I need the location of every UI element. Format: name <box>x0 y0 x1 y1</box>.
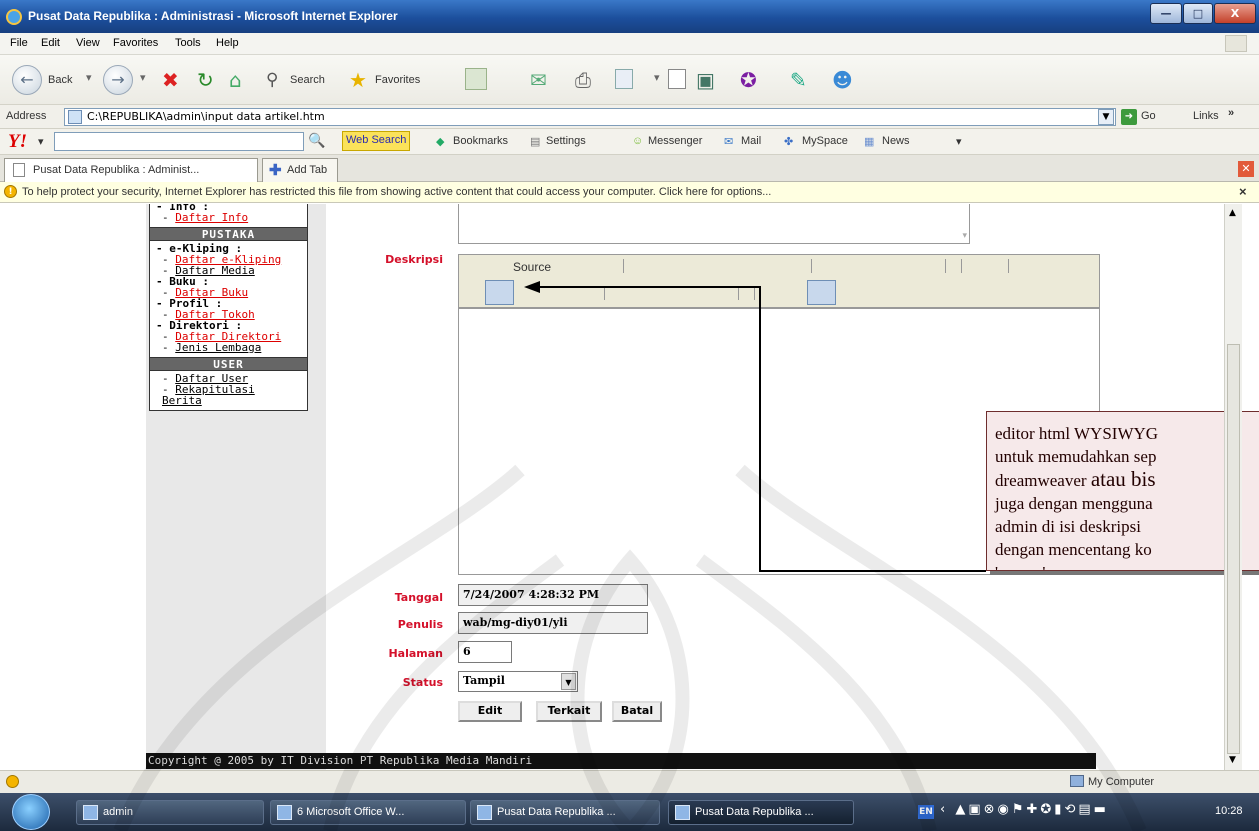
callout-line: editor html WYSIWYG <box>995 424 1159 443</box>
scrollbar-thumb[interactable] <box>1227 344 1240 754</box>
windows-taskbar: admin 6 Microsoft Office W... Pusat Data… <box>0 793 1259 831</box>
callout-line: 'source'. <box>995 561 1259 570</box>
taskbar-item-ie-1[interactable]: Pusat Data Republika ... <box>470 800 660 825</box>
callout-line: juga dengan mengguna <box>995 494 1153 513</box>
annotation-callout: editor html WYSIWYG untuk memudahkan sep… <box>986 411 1259 571</box>
taskbar-item-office[interactable]: 6 Microsoft Office W... <box>270 800 466 825</box>
computer-icon <box>1070 775 1084 787</box>
callout-line: dengan mencentang ko <box>995 540 1152 559</box>
callout-line: admin di isi deskripsi <box>995 517 1141 536</box>
taskbar-item-admin[interactable]: admin <box>76 800 264 825</box>
callout-line: dreamweaver atau bis <box>995 467 1156 491</box>
taskbar-item-ie-2[interactable]: Pusat Data Republika ... <box>668 800 854 825</box>
start-orb-icon[interactable] <box>12 794 50 830</box>
scroll-down-icon[interactable]: ▼ <box>1229 755 1236 765</box>
ie-icon <box>477 805 492 820</box>
status-bar: My Computer <box>0 770 1259 793</box>
scroll-up-icon[interactable]: ▲ <box>1229 208 1236 218</box>
language-indicator[interactable]: EN <box>918 805 934 819</box>
ie-icon <box>675 805 690 820</box>
word-icon <box>277 805 292 820</box>
folder-icon <box>83 805 98 820</box>
page-scrollbar[interactable]: ▲ ▼ <box>1224 204 1242 770</box>
callout-line: untuk memudahkan sep <box>995 447 1157 466</box>
zone-label: My Computer <box>1088 776 1155 788</box>
clock: 10:28 <box>1215 805 1243 817</box>
status-warning-icon <box>6 775 19 788</box>
tray-icons[interactable]: ‹ ▲▣⊗◉⚑✚✪▮⟲▤▬ <box>940 802 1109 817</box>
